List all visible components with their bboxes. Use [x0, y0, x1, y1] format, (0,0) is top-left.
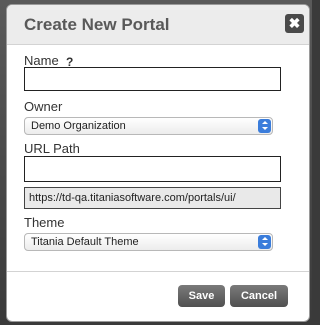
dialog-header: Create New Portal ✖ — [7, 5, 309, 45]
chevron-updown-icon — [258, 119, 271, 133]
theme-select[interactable]: Titania Default Theme — [24, 233, 273, 251]
theme-label: Theme — [24, 215, 65, 230]
footer-divider — [7, 271, 309, 272]
theme-selected-value: Titania Default Theme — [31, 236, 139, 248]
close-button[interactable]: ✖ — [285, 14, 304, 33]
owner-label: Owner — [24, 99, 63, 114]
chevron-updown-icon — [258, 235, 271, 249]
url-path-label: URL Path — [24, 141, 80, 156]
cancel-button[interactable]: Cancel — [230, 285, 288, 307]
close-icon: ✖ — [288, 15, 301, 31]
url-preview: https://td-qa.titaniasoftware.com/portal… — [24, 187, 281, 209]
create-portal-dialog: Create New Portal ✖ Name ? Owner Demo Or… — [6, 4, 310, 322]
owner-select[interactable]: Demo Organization — [24, 117, 273, 135]
name-label: Name — [24, 53, 59, 68]
save-button[interactable]: Save — [178, 285, 225, 307]
name-input[interactable] — [24, 67, 281, 91]
dialog-title: Create New Portal — [24, 15, 170, 34]
owner-selected-value: Demo Organization — [31, 120, 126, 132]
url-path-input[interactable] — [24, 156, 281, 182]
